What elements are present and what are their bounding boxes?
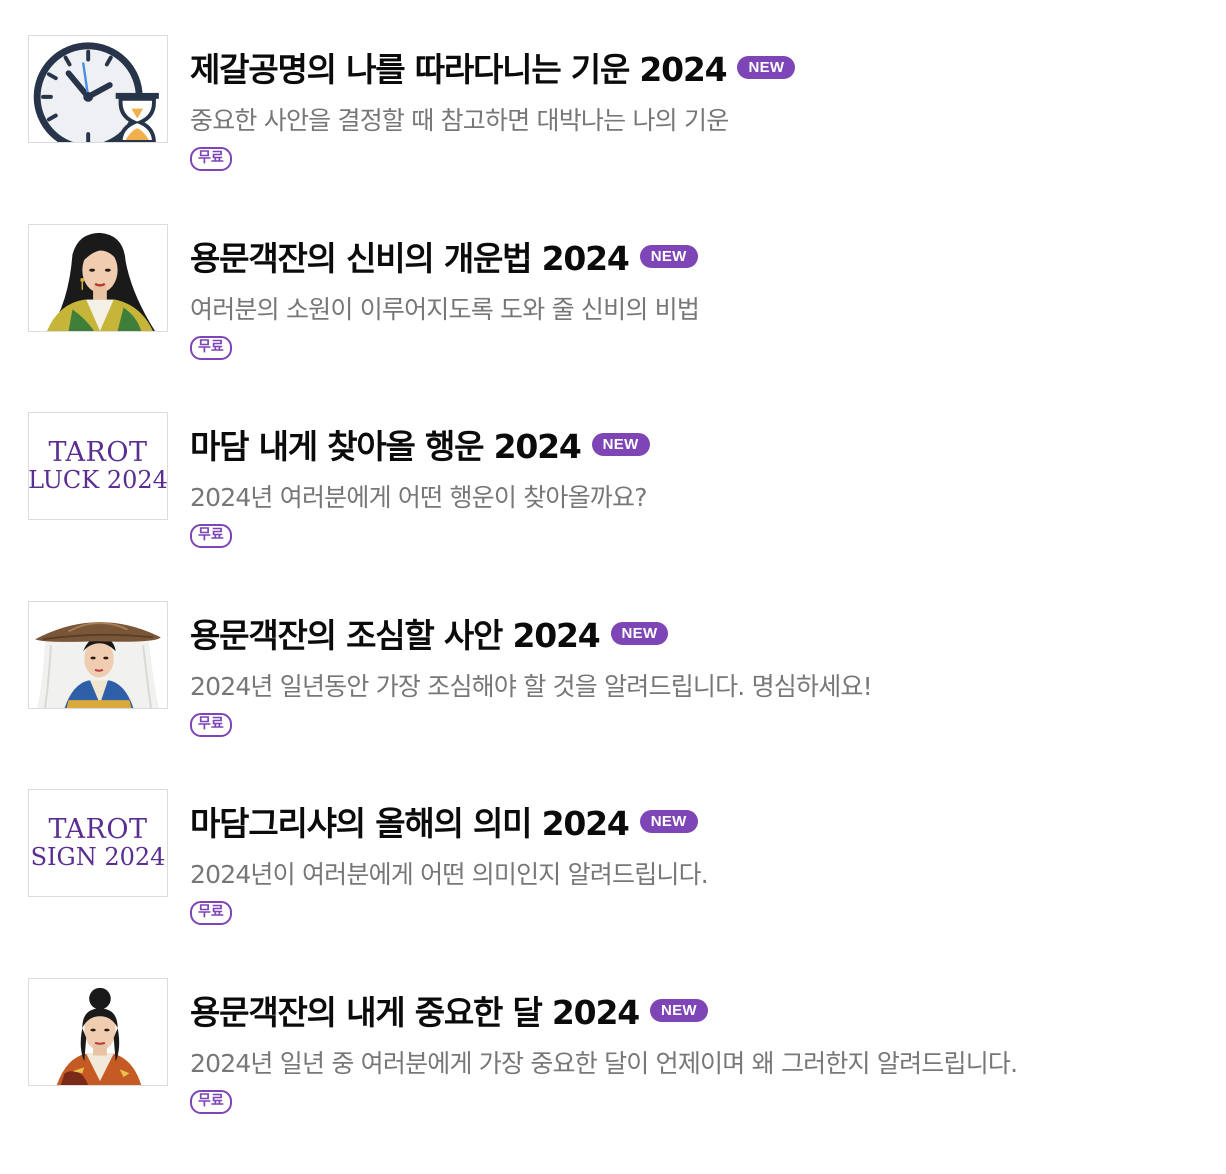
- item-description: 2024년이 여러분에게 어떤 의미인지 알려드립니다.: [190, 860, 709, 889]
- item-title-row[interactable]: 제갈공명의 나를 따라다니는 기운 2024 NEW: [190, 43, 796, 91]
- item-title-row[interactable]: 용문객잔의 신비의 개운법 2024 NEW: [190, 232, 698, 280]
- free-badge: 무료: [190, 147, 232, 171]
- thumb-text-line: LUCK 2024: [28, 465, 168, 494]
- item-title[interactable]: 제갈공명의 나를 따라다니는 기운 2024: [190, 43, 728, 91]
- item-thumbnail[interactable]: [28, 601, 168, 709]
- new-badge: NEW: [737, 55, 796, 79]
- new-badge: NEW: [639, 244, 698, 268]
- list-item[interactable]: 용문객잔의 내게 중요한 달 2024 NEW 2024년 일년 중 여러분에게…: [28, 978, 1198, 1128]
- list-item[interactable]: 용문객잔의 신비의 개운법 2024 NEW 여러분의 소원이 이루어지도록 도…: [28, 224, 1198, 374]
- item-title[interactable]: 마담 내게 찾아올 행운 2024: [190, 420, 582, 468]
- thumb-text-line: TAROT: [48, 814, 148, 846]
- item-description: 중요한 사안을 결정할 때 참고하면 대박나는 나의 기운: [190, 106, 729, 135]
- item-thumbnail[interactable]: [28, 35, 168, 143]
- tarot-sign-logo[interactable]: TAROT SIGN 2024: [28, 789, 168, 897]
- new-badge: NEW: [639, 809, 698, 833]
- item-title[interactable]: 마담그리샤의 올해의 의미 2024: [190, 797, 630, 845]
- list-item[interactable]: TAROT SIGN 2024 마담그리샤의 올해의 의미 2024 NEW 2…: [28, 789, 1198, 939]
- thumb-text-line: SIGN 2024: [30, 842, 166, 871]
- item-description: 2024년 일년동안 가장 조심해야 할 것을 알려드립니다. 명심하세요!: [190, 672, 873, 701]
- list-item[interactable]: TAROT LUCK 2024 마담 내게 찾아올 행운 2024 NEW 20…: [28, 412, 1198, 562]
- new-badge: NEW: [591, 432, 650, 456]
- fortune-service-list: 제갈공명의 나를 따라다니는 기운 2024 NEW 중요한 사안을 결정할 때…: [0, 0, 1226, 1174]
- list-item[interactable]: 용문객잔의 조심할 사안 2024 NEW 2024년 일년동안 가장 조심해야…: [28, 601, 1198, 751]
- clock-hourglass-icon: [29, 36, 167, 142]
- new-badge: NEW: [610, 621, 669, 645]
- tarot-luck-logo[interactable]: TAROT LUCK 2024: [28, 412, 168, 520]
- item-thumbnail[interactable]: [28, 224, 168, 332]
- item-title-row[interactable]: 용문객잔의 조심할 사안 2024 NEW: [190, 609, 669, 657]
- item-title-row[interactable]: 마담 내게 찾아올 행운 2024 NEW: [190, 420, 650, 468]
- item-title-row[interactable]: 용문객잔의 내게 중요한 달 2024 NEW: [190, 986, 708, 1034]
- free-badge: 무료: [190, 901, 232, 925]
- woman-portrait-icon: [29, 225, 167, 331]
- thumb-text-line: TAROT: [48, 437, 148, 469]
- item-title[interactable]: 용문객잔의 조심할 사안 2024: [190, 609, 601, 657]
- free-badge: 무료: [190, 524, 232, 548]
- item-title[interactable]: 용문객잔의 신비의 개운법 2024: [190, 232, 630, 280]
- item-title-row[interactable]: 마담그리샤의 올해의 의미 2024 NEW: [190, 797, 698, 845]
- free-badge: 무료: [190, 713, 232, 737]
- item-thumbnail[interactable]: [28, 978, 168, 1086]
- man-topknot-portrait-icon: [29, 979, 167, 1085]
- free-badge: 무료: [190, 336, 232, 360]
- item-title[interactable]: 용문객잔의 내게 중요한 달 2024: [190, 986, 640, 1034]
- new-badge: NEW: [649, 998, 708, 1022]
- item-description: 2024년 일년 중 여러분에게 가장 중요한 달이 언제이며 왜 그러한지 알…: [190, 1049, 1018, 1078]
- item-description: 2024년 여러분에게 어떤 행운이 찾아올까요?: [190, 483, 647, 512]
- item-description: 여러분의 소원이 이루어지도록 도와 줄 신비의 비법: [190, 295, 700, 324]
- free-badge: 무료: [190, 1090, 232, 1114]
- woman-hat-portrait-icon: [29, 602, 167, 708]
- list-item[interactable]: 제갈공명의 나를 따라다니는 기운 2024 NEW 중요한 사안을 결정할 때…: [28, 35, 1198, 185]
